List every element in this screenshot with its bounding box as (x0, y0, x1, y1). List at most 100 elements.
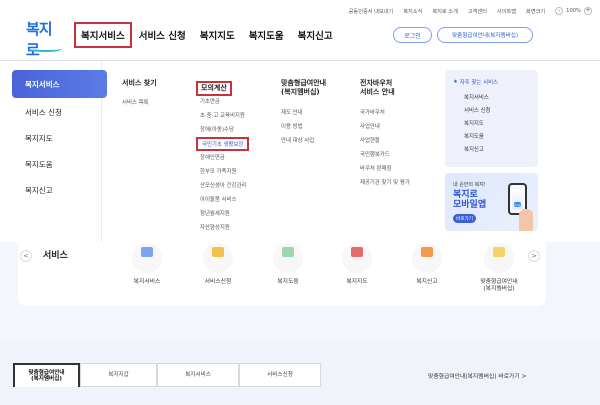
app-icon: 복지로 (514, 202, 521, 207)
menu-link-youth-rent[interactable]: 청년월세지원 (200, 209, 230, 217)
service-item-label: 복지도움 (277, 279, 299, 285)
gnb-welfare-map[interactable]: 복지지도 (193, 22, 242, 48)
sidebar-item-welfare-map[interactable]: 복지지도 (25, 133, 53, 144)
service-apply-icon (203, 243, 233, 273)
menu-link-basic-livelihood[interactable]: 국민기초 생활보장 (196, 137, 250, 151)
custom-benefit-more-link[interactable]: 맞춤형급여안내(복지멤버십) 바로가기 > (428, 371, 526, 380)
services-next-button[interactable]: > (528, 250, 540, 262)
app-banner-go-button[interactable]: 바로가기 (453, 214, 476, 223)
util-link-news[interactable]: 복지소식 (403, 8, 422, 15)
service-item-help[interactable]: 복지도움 (264, 243, 312, 286)
welfare-report-icon (412, 243, 442, 273)
app-banner-title-line1: 복지로 (453, 190, 478, 200)
logo-text: 복지로 (26, 20, 53, 59)
global-nav: 복지서비스 서비스 신청 복지지도 복지도움 복지신고 (74, 22, 340, 48)
gnb-welfare-service[interactable]: 복지서비스 (74, 22, 132, 48)
menu-col-custom: 맞춤형급여안내 (복지멤버십) 제도 안내 이용 방법 안내 대상 사업 (281, 79, 327, 144)
service-item-label: 서비스신청 (204, 279, 232, 285)
sidebar-item-welfare-help[interactable]: 복지도움 (25, 159, 53, 170)
util-link-cert[interactable]: 공동인증서 내보내기 (349, 8, 394, 15)
menu-link-service-list[interactable]: 서비스 목록 (122, 98, 149, 106)
app-banner-title-line2: 모바일앱 (453, 200, 487, 210)
star-icon: ★ (453, 79, 458, 85)
quick-link-welfare-map[interactable]: 복지지도 (464, 119, 484, 127)
service-item-label: 복지신고 (416, 279, 438, 285)
menu-link-childcare[interactable]: 아이돌봄 서비스 (200, 195, 236, 203)
service-item-welfare[interactable]: 복지서비스 (123, 243, 171, 286)
bottom-tabs: 맞춤형급여안내 (복지멤버십) 복지지갑 복지서비스 서비스신청 (13, 363, 321, 387)
menu-link-national-voucher[interactable]: 국가바우처 (360, 108, 385, 116)
service-item-custom[interactable]: 맞춤형급여안내 (복지멤버십) (471, 243, 527, 293)
util-link-about[interactable]: 복지로 소개 (432, 8, 458, 15)
menu-link-project-guide[interactable]: 사업안내 (360, 122, 380, 130)
menu-col-calc-title: 모의계산 (196, 81, 232, 96)
service-item-map[interactable]: 복지지도 (333, 243, 381, 286)
menu-link-voucher-store[interactable]: 바우처 판매점 (360, 164, 391, 172)
service-item-label: 맞춤형급여안내 (복지멤버십) (480, 279, 518, 292)
zoom-in-button[interactable]: + (584, 7, 592, 15)
menu-link-provider-search[interactable]: 제공기관 찾기 및 평가 (360, 178, 410, 186)
mobile-app-banner[interactable]: 내 손안의 복지! 복지로 모바일앱 바로가기 복지로 (445, 173, 538, 231)
menu-link-asset-support[interactable]: 자산형성지원 (200, 223, 230, 231)
menu-col-find: 서비스 찾기 서비스 목록 (122, 79, 157, 106)
menu-link-target-projects[interactable]: 안내 대상 사업 (281, 136, 314, 144)
mega-sidebar: 복지서비스 서비스 신청 복지지도 복지도움 복지신고 (0, 61, 107, 242)
menu-col-voucher-subtitle: 서비스 안내 (360, 88, 395, 96)
tab-service-apply[interactable]: 서비스신청 (239, 363, 321, 387)
menu-link-system-guide[interactable]: 제도 안내 (281, 108, 303, 116)
custom-benefit-button[interactable]: 맞춤형급여안내(복지멤버십) (437, 27, 533, 43)
util-link-sitemap[interactable]: 사이트맵 (497, 8, 516, 15)
welfare-map-icon (342, 243, 372, 273)
tab-custom-benefit[interactable]: 맞춤형급여안내 (복지멤버십) (13, 363, 80, 387)
custom-benefit-icon (484, 243, 514, 273)
quick-services-title: ★ 자주 찾는 서비스 (453, 78, 498, 86)
sidebar-item-service-apply[interactable]: 서비스 신청 (25, 107, 62, 118)
menu-link-usage[interactable]: 이용 방법 (281, 122, 303, 130)
menu-link-single-parent[interactable]: 한부모 가족지원 (200, 167, 236, 175)
quick-link-welfare-help[interactable]: 복지도움 (464, 132, 484, 140)
quick-services-title-text: 자주 찾는 서비스 (459, 80, 498, 86)
gnb-service-apply[interactable]: 서비스 신청 (132, 22, 193, 48)
zoom-out-button[interactable]: - (555, 7, 564, 15)
services-title: 서비스 (43, 251, 68, 261)
sidebar-item-welfare-service[interactable]: 복지서비스 (12, 70, 107, 98)
hand-icon (519, 209, 533, 231)
tab-welfare-service[interactable]: 복지서비스 (157, 363, 239, 387)
menu-link-happy-card[interactable]: 국민행복카드 (360, 150, 390, 158)
menu-col-custom-title: 맞춤형급여안내 (281, 79, 327, 87)
logo-wave-icon (28, 46, 62, 52)
menu-col-calc: 모의계산 기초연금 초·중·고 교육비지원 장애(아동)수당 국민기초 생활보장… (196, 75, 258, 235)
phone-screen: 복지로 (512, 189, 523, 209)
menu-link-disability-pension[interactable]: 장애인연금 (200, 153, 225, 161)
menu-link-basic-pension[interactable]: 기초연금 (200, 97, 220, 105)
menu-col-voucher-title: 전자바우처 (360, 79, 393, 87)
tab-welfare-wallet[interactable]: 복지지갑 (80, 363, 157, 387)
menu-col-voucher: 전자바우처 서비스 안내 국가바우처 사업안내 사업현황 국민행복카드 바우처 … (360, 79, 410, 186)
login-button[interactable]: 로그인 (393, 27, 432, 43)
menu-link-project-status[interactable]: 사업현황 (360, 136, 380, 144)
welfare-help-icon (273, 243, 303, 273)
menu-col-find-title: 서비스 찾기 (122, 79, 157, 87)
util-link-support[interactable]: 고객센터 (468, 8, 487, 15)
service-item-apply[interactable]: 서비스신청 (194, 243, 242, 286)
welfare-service-icon (132, 243, 162, 273)
gnb-welfare-help[interactable]: 복지도움 (242, 22, 291, 48)
quick-link-welfare-service[interactable]: 복지서비스 (464, 93, 489, 101)
sidebar-item-welfare-report[interactable]: 복지신고 (25, 185, 53, 196)
service-item-label: 복지서비스 (133, 279, 161, 285)
mega-menu: 복지서비스 서비스 신청 복지지도 복지도움 복지신고 서비스 찾기 서비스 목… (0, 61, 600, 242)
app-banner-subtitle: 내 손안의 복지! (453, 182, 486, 188)
menu-link-disability-allowance[interactable]: 장애(아동)수당 (200, 125, 234, 133)
zoom-control: - 100% + (555, 7, 592, 15)
zoom-label: 화면크기 (526, 8, 546, 15)
menu-link-maternal-care[interactable]: 산모신생아 건강관리 (200, 181, 246, 189)
services-prev-button[interactable]: < (20, 250, 32, 262)
service-item-report[interactable]: 복지신고 (403, 243, 451, 286)
utility-bar: 공동인증서 내보내기 복지소식 복지로 소개 고객센터 사이트맵 화면크기 - … (349, 4, 592, 18)
quick-link-service-apply[interactable]: 서비스 신청 (464, 106, 491, 114)
quick-services-box: ★ 자주 찾는 서비스 복지서비스 서비스 신청 복지지도 복지도움 복지신고 (445, 70, 538, 167)
menu-link-edu-support[interactable]: 초·중·고 교육비지원 (200, 111, 245, 119)
quick-link-welfare-report[interactable]: 복지신고 (464, 145, 484, 153)
site-logo[interactable]: 복지로 (26, 18, 62, 59)
gnb-welfare-report[interactable]: 복지신고 (291, 22, 340, 48)
